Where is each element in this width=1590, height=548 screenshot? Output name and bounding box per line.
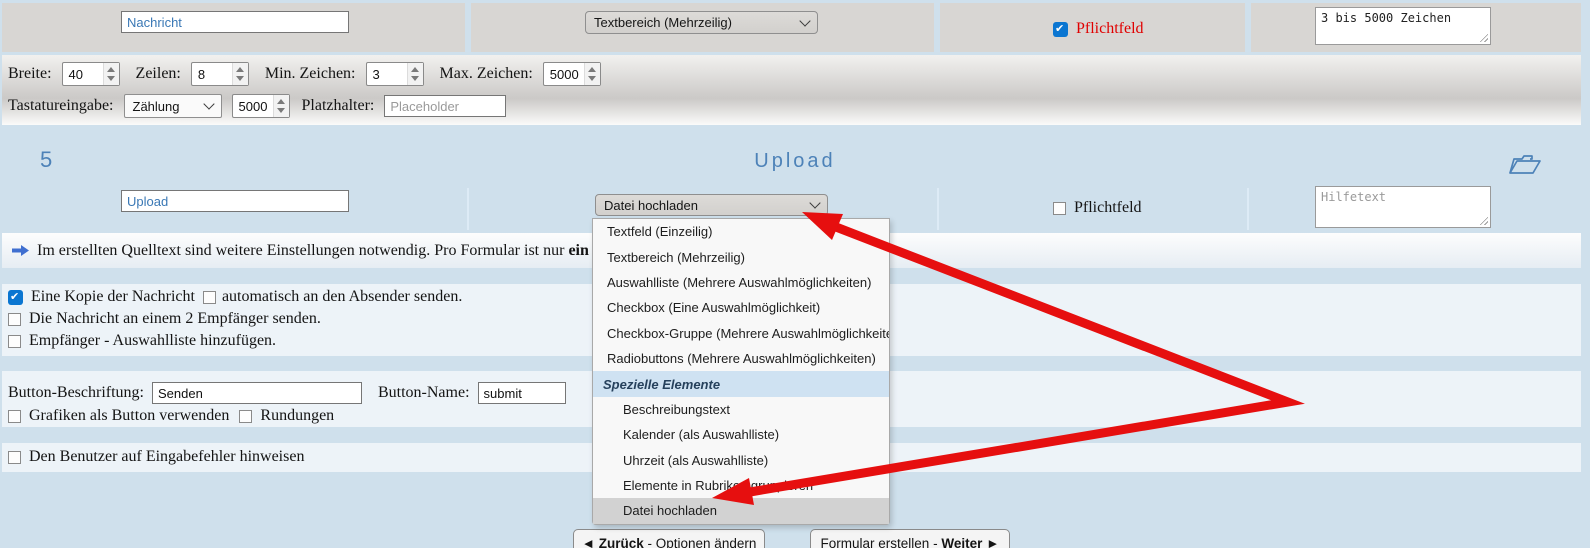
dropdown-option[interactable]: Datei hochladen	[593, 498, 889, 523]
upload-required-row: Pflichtfeld	[1053, 199, 1142, 217]
required-label: Pflichtfeld	[1076, 20, 1144, 38]
platzhalter-input[interactable]	[384, 95, 506, 117]
stepper-arrows-icon[interactable]	[407, 63, 423, 85]
auto-send-checkbox[interactable]	[203, 291, 216, 304]
upload-required-label: Pflichtfeld	[1074, 199, 1142, 217]
tastatureingabe-select[interactable]: Zählung	[124, 94, 222, 118]
tastatur-stepper[interactable]: 5000	[232, 94, 290, 118]
copy-checkbox[interactable]	[8, 290, 23, 305]
button-name-input[interactable]	[478, 382, 566, 404]
breite-stepper[interactable]: 40	[62, 62, 120, 86]
column-divider	[1247, 188, 1249, 230]
chevron-down-icon	[203, 98, 214, 109]
element-name-input[interactable]	[121, 11, 349, 33]
settings-line-1: Breite: 40 Zeilen: 8 Min. Zeichen: 3 Max…	[8, 62, 601, 86]
second-recipient-label: Die Nachricht an einem 2 Empfänger sende…	[29, 310, 321, 328]
chevron-down-icon	[799, 15, 810, 26]
upload-name-input[interactable]	[121, 190, 349, 212]
note-arrow-icon	[12, 245, 29, 256]
zeilen-label: Zeilen:	[136, 65, 181, 83]
grafik-button-label: Grafiken als Button verwenden	[29, 407, 229, 425]
dropdown-option[interactable]: Radiobuttons (Mehrere Auswahlmöglichkeit…	[593, 346, 889, 371]
zeilen-stepper[interactable]: 8	[191, 62, 249, 86]
copy-label: Eine Kopie der Nachricht	[31, 288, 195, 306]
stepper-arrows-icon[interactable]	[273, 95, 289, 117]
dropdown-option[interactable]: Beschreibungstext	[593, 397, 889, 422]
copy-option-row: Eine Kopie der Nachricht automatisch an …	[8, 288, 462, 306]
recipient-list-label: Empfänger - Auswahlliste hinzufügen.	[29, 332, 276, 350]
error-hint-row: Den Benutzer auf Eingabefehler hinweisen	[8, 448, 304, 466]
button-settings-line: Button-Beschriftung: Button-Name:	[8, 382, 566, 404]
back-button[interactable]: ◄ Zurück - Optionen ändern	[573, 529, 765, 548]
button-options-row: Grafiken als Button verwenden Rundungen	[8, 407, 334, 425]
element-type-select-value: Textbereich (Mehrzeilig)	[594, 15, 732, 30]
dropdown-option[interactable]: Textfeld (Einzeilig)	[593, 219, 889, 244]
dropdown-group-header: Spezielle Elemente	[593, 371, 889, 396]
element-type-dropdown-list: Textfeld (Einzeilig)Textbereich (Mehrzei…	[592, 218, 890, 525]
dropdown-option[interactable]: Checkbox-Gruppe (Mehrere Auswahlmöglichk…	[593, 321, 889, 346]
help-textarea[interactable]: 3 bis 5000 Zeichen	[1315, 7, 1491, 45]
button-beschriftung-label: Button-Beschriftung:	[8, 384, 144, 402]
auto-send-label: automatisch an den Absender senden.	[222, 288, 462, 306]
folder-icon[interactable]	[1506, 151, 1546, 177]
stepper-arrows-icon[interactable]	[232, 63, 248, 85]
recipient-list-row: Empfänger - Auswahlliste hinzufügen.	[8, 332, 276, 350]
dropdown-option[interactable]: Elemente in Rubriken gruppieren	[593, 473, 889, 498]
max-zeichen-stepper[interactable]: 5000	[543, 62, 601, 86]
dropdown-option[interactable]: Auswahlliste (Mehrere Auswahlmöglichkeit…	[593, 270, 889, 295]
button-beschriftung-input[interactable]	[152, 382, 362, 404]
stepper-arrows-icon[interactable]	[103, 63, 119, 85]
column-divider	[937, 188, 939, 230]
hint-text: Im erstellten Quelltext sind weitere Ein…	[37, 242, 602, 260]
required-checkbox-row: Pflichtfeld	[1053, 20, 1144, 38]
stepper-arrows-icon[interactable]	[584, 63, 600, 85]
upload-help-textarea[interactable]	[1315, 186, 1491, 228]
rundungen-checkbox[interactable]	[239, 410, 252, 423]
recipient-list-checkbox[interactable]	[8, 335, 21, 348]
rundungen-label: Rundungen	[260, 407, 334, 425]
max-zeichen-label: Max. Zeichen:	[440, 65, 533, 83]
section-title: Upload	[0, 150, 1590, 173]
element-type-select[interactable]: Textbereich (Mehrzeilig)	[585, 11, 818, 34]
dropdown-option[interactable]: Textbereich (Mehrzeilig)	[593, 244, 889, 269]
second-recipient-checkbox[interactable]	[8, 313, 21, 326]
upload-type-select-value: Datei hochladen	[604, 198, 698, 213]
next-button[interactable]: Formular erstellen - Weiter ►	[810, 529, 1010, 548]
error-hint-checkbox[interactable]	[8, 451, 21, 464]
grafik-button-checkbox[interactable]	[8, 410, 21, 423]
dropdown-option[interactable]: Checkbox (Eine Auswahlmöglichkeit)	[593, 295, 889, 320]
min-zeichen-stepper[interactable]: 3	[366, 62, 424, 86]
column-divider	[467, 188, 469, 230]
min-zeichen-label: Min. Zeichen:	[265, 65, 356, 83]
button-name-label: Button-Name:	[378, 384, 470, 402]
form-builder-page: Textbereich (Mehrzeilig) Pflichtfeld 3 b…	[0, 0, 1590, 548]
chevron-down-icon	[809, 197, 820, 208]
platzhalter-label: Platzhalter:	[302, 97, 375, 115]
dropdown-option[interactable]: Uhrzeit (als Auswahlliste)	[593, 448, 889, 473]
second-recipient-row: Die Nachricht an einem 2 Empfänger sende…	[8, 310, 321, 328]
breite-label: Breite:	[8, 65, 52, 83]
upload-type-select[interactable]: Datei hochladen	[595, 194, 828, 216]
error-hint-label: Den Benutzer auf Eingabefehler hinweisen	[29, 448, 304, 466]
required-checkbox[interactable]	[1053, 22, 1068, 37]
dropdown-option[interactable]: Kalender (als Auswahlliste)	[593, 422, 889, 447]
settings-line-2: Tastatureingabe: Zählung 5000 Platzhalte…	[8, 94, 506, 118]
tastatureingabe-label: Tastatureingabe:	[8, 97, 114, 115]
upload-required-checkbox[interactable]	[1053, 202, 1066, 215]
